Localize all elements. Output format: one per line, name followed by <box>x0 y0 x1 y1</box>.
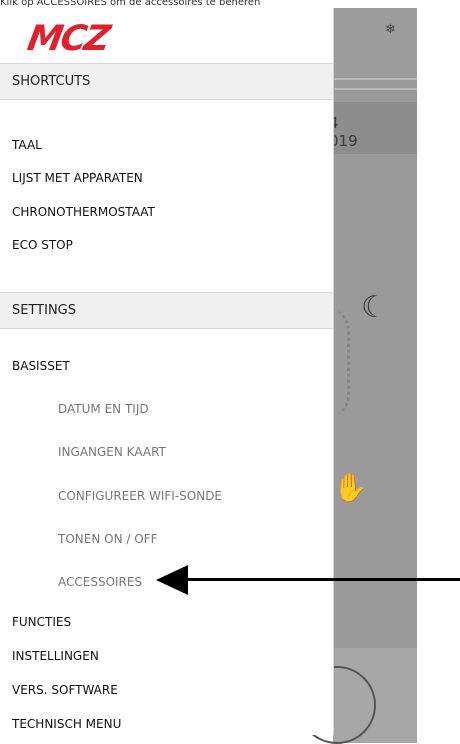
menu-item-ingangen-kaart[interactable]: INGANGEN KAART <box>58 444 166 460</box>
menu-item-configureer-wifi-sonde[interactable]: CONFIGUREER WIFI-SONDE <box>58 488 222 504</box>
menu-item-instellingen[interactable]: INSTELLINGEN <box>12 648 99 664</box>
date-band: 4 019 <box>329 102 417 154</box>
menu-item-vers-software[interactable]: VERS. SOFTWARE <box>12 682 118 698</box>
divider <box>333 88 417 90</box>
menu-item-basisset[interactable]: BASISSET <box>12 358 70 374</box>
annotation-arrow-head-icon <box>156 565 188 595</box>
settings-header: SETTINGS <box>0 292 333 329</box>
mcz-logo: MCZ <box>24 19 112 59</box>
menu-item-technisch-menu[interactable]: TECHNISCH MENU <box>12 716 121 732</box>
menu-item-chronothermostaat[interactable]: CHRONOTHERMOSTAAT <box>12 204 155 220</box>
side-menu: MCZ SHORTCUTS TAAL LIJST MET APPARATEN C… <box>0 8 334 735</box>
menu-item-datum-en-tijd[interactable]: DATUM EN TIJD <box>58 401 149 417</box>
divider <box>333 78 417 80</box>
menu-item-lijst-met-apparaten[interactable]: LIJST MET APPARATEN <box>12 170 143 186</box>
app-top-bar: ❄ <box>333 8 417 78</box>
menu-item-functies[interactable]: FUNCTIES <box>12 614 71 630</box>
shortcuts-header: SHORTCUTS <box>0 63 333 100</box>
annotation-arrow-line <box>186 578 460 581</box>
background-app: ❄ 4 019 ☾ ✋ <box>298 8 417 744</box>
menu-item-tonen-on-off[interactable]: TONEN ON / OFF <box>58 531 157 547</box>
menu-item-eco-stop[interactable]: ECO STOP <box>12 237 73 253</box>
menu-item-taal[interactable]: TAAL <box>12 137 42 153</box>
moon-stars-icon[interactable]: ☾ <box>361 290 388 325</box>
menu-item-accessoires[interactable]: ACCESSOIRES <box>58 574 142 590</box>
snowflake-icon[interactable]: ❄ <box>385 22 396 37</box>
app-bottom-area <box>298 648 417 744</box>
hand-stop-icon[interactable]: ✋ <box>333 471 368 504</box>
